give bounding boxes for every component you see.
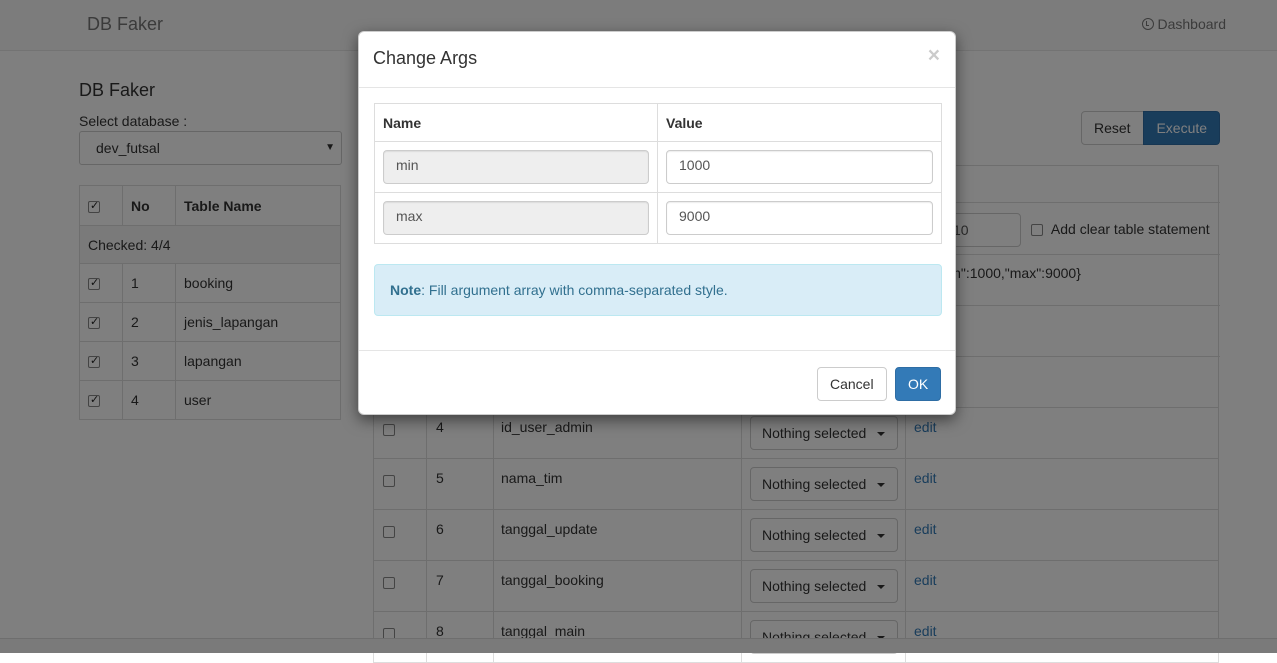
modal-title: Change Args	[373, 48, 478, 68]
arg-row: max 9000	[374, 192, 942, 244]
note-alert: Note: Fill argument array with comma-sep…	[374, 264, 942, 316]
change-args-modal: Change Args × Name Value min 1000 max 90…	[358, 31, 956, 415]
arg-value-field[interactable]: 1000	[666, 150, 933, 184]
note-label: Note	[390, 282, 422, 298]
arg-name-cell: min	[374, 141, 658, 193]
modal-header: Change Args ×	[359, 32, 955, 88]
cancel-button[interactable]: Cancel	[817, 367, 887, 401]
arg-value-field[interactable]: 9000	[666, 201, 933, 235]
arg-name-field: min	[383, 150, 649, 184]
args-header-name: Name	[374, 103, 658, 142]
arg-name-field: max	[383, 201, 649, 235]
close-icon[interactable]: ×	[928, 44, 940, 68]
arg-name-cell: max	[374, 192, 658, 244]
modal-footer: Cancel OK	[359, 350, 955, 416]
note-text: : Fill argument array with comma-separat…	[421, 282, 728, 298]
arg-row: min 1000	[374, 141, 942, 193]
arg-value-cell: 1000	[657, 141, 942, 193]
arg-value-cell: 9000	[657, 192, 942, 244]
args-table-header: Name Value	[374, 103, 942, 142]
ok-button[interactable]: OK	[895, 367, 942, 401]
args-header-value: Value	[657, 103, 942, 142]
args-table: Name Value min 1000 max 9000	[374, 103, 942, 244]
